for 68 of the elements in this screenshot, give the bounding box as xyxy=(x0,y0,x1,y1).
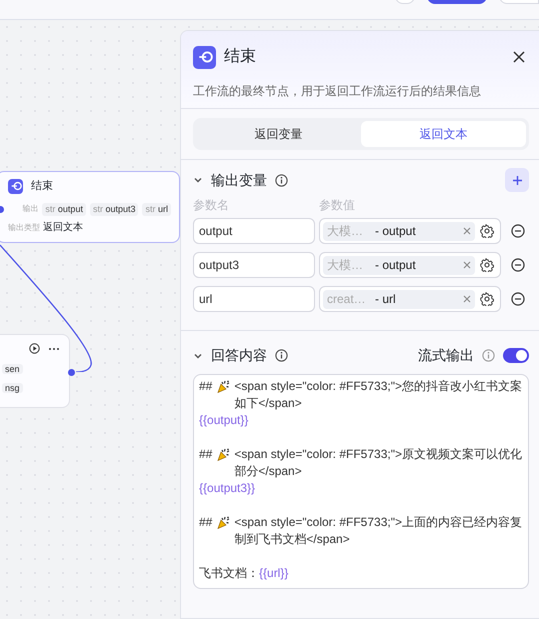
answer-text-editor[interactable]: ## <span style="color: #FF5733;">您的抖音改小红书文案如下</span> {{output}} ## <span style="color: #FF5733;">原文视频文案可以优化部分</span> {{output3}} ## <span style="color: #FF5733;">上面的内容已经内容复制到飞书文档</span> 飞书文档：{{url}} xyxy=(193,374,529,589)
settings-icon[interactable] xyxy=(480,292,494,306)
value-field[interactable]: creat… - url xyxy=(319,286,501,312)
variable-tag: str output3 xyxy=(90,202,138,216)
plus-icon xyxy=(512,174,522,186)
port-dot[interactable] xyxy=(68,369,75,376)
variable-name: - output xyxy=(375,223,416,240)
party-popper-icon xyxy=(216,516,230,529)
markdown-text: <span style="color: #FF5733;">原文视频文案可以优化部分</span> xyxy=(234,446,523,480)
template-variable: {{url}} xyxy=(259,566,288,580)
panel-description: 工作流的最终节点，用于返回工作流运行后的结果信息 xyxy=(193,83,482,100)
tab[interactable]: 返回文本 xyxy=(361,121,526,147)
variable-name: - output xyxy=(375,257,416,274)
field-value: 返回文本 xyxy=(43,220,83,235)
field-label: 输出 xyxy=(21,203,38,216)
remove-icon[interactable] xyxy=(511,258,525,272)
node-title: 结束 xyxy=(31,179,53,194)
exit-icon xyxy=(193,46,216,68)
clear-icon[interactable] xyxy=(463,227,471,235)
node-card[interactable]: sen nsg xyxy=(0,334,70,408)
tab[interactable]: 返回变量 xyxy=(196,121,361,147)
settings-icon[interactable] xyxy=(480,224,494,238)
party-popper-icon xyxy=(216,448,230,461)
settings-icon[interactable] xyxy=(480,258,494,272)
field-label: 输出类型 xyxy=(8,222,39,234)
party-popper-icon xyxy=(216,380,230,393)
variable-tag: nsg xyxy=(2,383,23,393)
toggle-switch[interactable] xyxy=(503,348,529,363)
value-field[interactable]: 大模… - output xyxy=(319,218,501,244)
info-icon xyxy=(275,349,288,362)
panel-title: 结束 xyxy=(224,46,256,67)
markdown-text: 飞书文档： xyxy=(199,566,259,580)
section-title: 回答内容 xyxy=(211,346,267,365)
remove-icon[interactable] xyxy=(511,292,525,306)
template-variable: {{output3}} xyxy=(199,481,256,495)
remove-icon[interactable] xyxy=(511,224,525,238)
markdown-prefix: ## xyxy=(199,514,212,531)
variable-tag: str url xyxy=(142,202,171,216)
add-button[interactable] xyxy=(505,168,529,192)
source-node-label: creat… xyxy=(327,291,367,308)
markdown-text: <span style="color: #FF5733;">您的抖音改小红书文案如下</span> xyxy=(234,378,523,412)
clear-icon[interactable] xyxy=(463,261,471,269)
markdown-prefix: ## xyxy=(199,446,212,463)
markdown-prefix: ## xyxy=(199,378,212,395)
source-node-label: 大模… xyxy=(327,223,364,240)
name-field[interactable]: url xyxy=(193,286,315,312)
close-icon[interactable] xyxy=(512,50,526,64)
info-icon xyxy=(482,349,495,362)
markdown-text: <span style="color: #FF5733;">上面的内容已经内容复制到飞书文档</span> xyxy=(234,514,523,548)
template-variable: {{output}} xyxy=(199,413,248,427)
info-icon xyxy=(275,174,288,186)
variable-tag: sen xyxy=(2,364,23,374)
section-title: 输出变量 xyxy=(211,170,267,190)
name-field[interactable]: output xyxy=(193,218,315,244)
toggle-label: 流式输出 xyxy=(418,346,474,365)
source-node-label: 大模… xyxy=(327,257,364,274)
variable-name: - url xyxy=(375,291,396,308)
variable-tag: str output xyxy=(42,202,86,216)
column-label: 参数名 xyxy=(193,197,230,214)
chevron-icon[interactable] xyxy=(193,175,203,185)
node-card[interactable]: 结束 输出 str output str output3 str url 输出类型 返回文本 xyxy=(0,171,180,243)
value-field[interactable]: 大模… - output xyxy=(319,252,501,278)
play-icon[interactable] xyxy=(29,343,40,354)
name-field[interactable]: output3 xyxy=(193,252,315,278)
exit-icon xyxy=(8,178,23,194)
column-label: 参数值 xyxy=(319,197,355,214)
more-icon[interactable] xyxy=(48,346,60,350)
clear-icon[interactable] xyxy=(463,295,471,303)
